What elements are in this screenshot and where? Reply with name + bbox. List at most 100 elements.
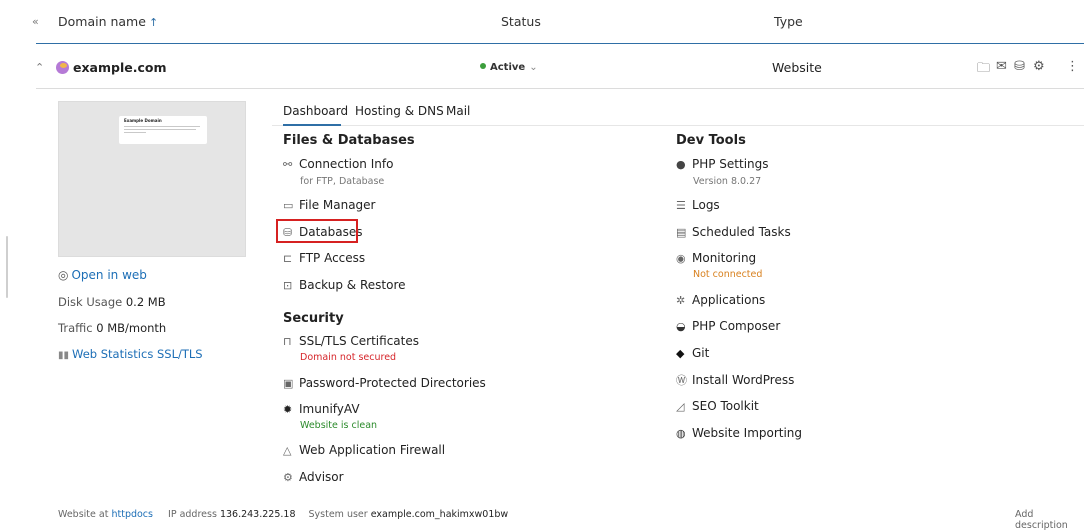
password-protected-directories-link[interactable]: ▣ Password-Protected Directories (283, 376, 486, 390)
git-link[interactable]: ◆ Git (676, 346, 709, 360)
logs-label: Logs (692, 198, 720, 212)
more-options-icon[interactable]: ⋮ (1066, 59, 1079, 74)
disk-usage-value: 0.2 MB (125, 295, 166, 309)
open-in-web-link[interactable]: ◎ Open in web (58, 268, 147, 282)
tabs-divider (272, 125, 1084, 126)
httpdocs-link[interactable]: httpdocs (111, 509, 153, 520)
seo-chart-icon: ◿ (676, 400, 685, 413)
tab-mail[interactable]: Mail (446, 104, 470, 118)
php-composer-link[interactable]: ◒ PHP Composer (676, 319, 780, 333)
header-divider (36, 43, 1084, 44)
link-icon: ⚯ (283, 158, 293, 171)
password-protected-directories-label: Password-Protected Directories (299, 376, 486, 390)
table-header: « Domain name ↑ Status Type (0, 0, 1084, 44)
file-manager-link[interactable]: ▭ File Manager (283, 198, 376, 212)
database-icon[interactable]: ⛁ (1014, 59, 1025, 74)
add-description-link[interactable]: Add description (1015, 509, 1084, 531)
git-icon: ◆ (676, 347, 685, 360)
domain-name-column-header[interactable]: Domain name ↑ (58, 14, 158, 29)
firewall-icon: △ (283, 444, 292, 457)
folder-icon[interactable]: 🗀 (977, 59, 990, 81)
domain-name[interactable]: example.com (73, 60, 166, 75)
mail-icon[interactable]: ✉ (996, 59, 1007, 74)
status-dropdown[interactable]: Active ⌄ (480, 62, 538, 73)
ftp-access-label: FTP Access (299, 251, 366, 265)
import-globe-icon: ◍ (676, 427, 686, 440)
git-label: Git (692, 346, 710, 360)
monitoring-link[interactable]: ◉ Monitoring (676, 251, 756, 265)
traffic: Traffic 0 MB/month (58, 321, 166, 335)
seo-toolkit-label: SEO Toolkit (692, 399, 759, 413)
scrollbar[interactable] (6, 236, 8, 298)
ssl-certificates-label: SSL/TLS Certificates (299, 334, 419, 348)
ip-address-value: 136.243.225.18 (219, 509, 296, 520)
domain-name-header-label: Domain name (58, 14, 146, 29)
seo-toolkit-link[interactable]: ◿ SEO Toolkit (676, 399, 759, 413)
folder-icon: ▭ (283, 199, 294, 212)
preview-line (124, 129, 196, 130)
install-wordpress-link[interactable]: Ⓦ Install WordPress (676, 372, 794, 388)
website-at-label: Website at (58, 509, 109, 520)
advisor-link[interactable]: ⚙ Advisor (283, 470, 344, 484)
footer-info: Website at httpdocs IP address 136.243.2… (58, 509, 508, 520)
php-icon: ● (676, 158, 686, 171)
php-version: Version 8.0.27 (693, 176, 762, 187)
web-application-firewall-label: Web Application Firewall (299, 443, 446, 457)
ftp-icon: ⊏ (283, 252, 293, 265)
tab-dashboard[interactable]: Dashboard (283, 104, 348, 118)
site-preview-thumbnail[interactable]: Example Domain (58, 101, 246, 257)
applications-link[interactable]: ✲ Applications (676, 293, 765, 307)
imunifyav-status: Website is clean (300, 420, 378, 431)
php-composer-label: PHP Composer (692, 319, 781, 333)
backup-restore-link[interactable]: ⊡ Backup & Restore (283, 278, 406, 292)
advisor-icon: ⚙ (283, 471, 293, 484)
sort-arrow-icon[interactable]: ↑ (149, 16, 158, 29)
files-databases-heading: Files & Databases (283, 133, 415, 148)
php-settings-label: PHP Settings (692, 157, 769, 171)
tab-hosting-dns[interactable]: Hosting & DNS (355, 104, 444, 118)
website-importing-label: Website Importing (692, 426, 803, 440)
website-importing-link[interactable]: ◍ Website Importing (676, 426, 802, 440)
composer-icon: ◒ (676, 320, 686, 333)
open-in-web-label: Open in web (71, 268, 147, 282)
php-settings-link[interactable]: ● PHP Settings (676, 157, 769, 171)
ftp-access-link[interactable]: ⊏ FTP Access (283, 251, 365, 265)
connection-info-label: Connection Info (299, 157, 394, 171)
globe-icon: ◎ (58, 268, 69, 282)
domain-type: Website (772, 60, 822, 75)
domain-favicon-icon (56, 61, 69, 74)
system-user-value: example.com_hakimxw01bw (370, 509, 509, 520)
imunifyav-label: ImunifyAV (299, 402, 360, 416)
advisor-label: Advisor (299, 470, 344, 484)
collapse-row-icon[interactable]: ⌃ (35, 61, 44, 74)
imunify-icon: ✹ (283, 403, 293, 416)
web-statistics-label: Web Statistics SSL/TLS (72, 347, 203, 361)
preview-title: Example Domain (124, 118, 162, 123)
status-column-header: Status (501, 14, 541, 29)
connection-info-link[interactable]: ⚯ Connection Info (283, 157, 393, 171)
logs-link[interactable]: ☰ Logs (676, 198, 720, 212)
monitoring-status: Not connected (693, 269, 763, 280)
settings-sliders-icon[interactable]: ⚙ (1033, 59, 1045, 74)
scheduled-tasks-link[interactable]: ▤ Scheduled Tasks (676, 225, 791, 239)
backup-icon: ⊡ (283, 279, 293, 292)
web-application-firewall-link[interactable]: △ Web Application Firewall (283, 443, 445, 457)
web-statistics-link[interactable]: ▮▮ Web Statistics SSL/TLS (58, 347, 203, 361)
traffic-label: Traffic (58, 321, 93, 335)
type-column-header: Type (774, 14, 803, 29)
file-manager-label: File Manager (299, 198, 376, 212)
applications-icon: ✲ (676, 294, 686, 307)
dev-tools-heading: Dev Tools (676, 133, 746, 148)
imunifyav-link[interactable]: ✹ ImunifyAV (283, 402, 360, 416)
wordpress-icon: Ⓦ (676, 374, 687, 387)
ip-address-label: IP address (168, 509, 217, 520)
list-icon: ☰ (676, 199, 686, 212)
row-divider (36, 88, 1084, 89)
applications-label: Applications (692, 293, 766, 307)
monitoring-label: Monitoring (692, 251, 757, 265)
lock-icon: ⊓ (283, 335, 292, 348)
collapse-all-icon[interactable]: « (32, 15, 39, 28)
disk-usage: Disk Usage 0.2 MB (58, 295, 166, 309)
ssl-certificates-link[interactable]: ⊓ SSL/TLS Certificates (283, 334, 419, 348)
scheduled-tasks-label: Scheduled Tasks (692, 225, 791, 239)
